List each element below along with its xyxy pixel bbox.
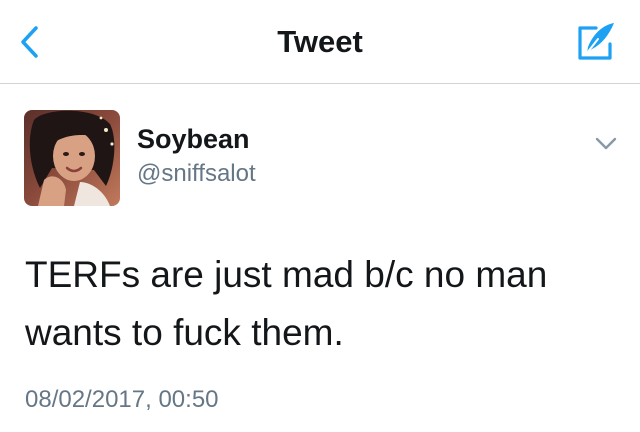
username[interactable]: @sniffsalot (137, 160, 256, 188)
chevron-left-icon (21, 26, 38, 58)
back-button[interactable] (8, 18, 52, 66)
chevron-down-icon (595, 137, 617, 150)
tweet-options-button[interactable] (588, 128, 624, 160)
display-name[interactable]: Soybean (137, 124, 250, 155)
tweet-text: TERFs are just mad b/c no man wants to f… (25, 254, 548, 353)
tweet-timestamp: 08/02/2017, 00:50 (25, 386, 219, 413)
page-title: Tweet (277, 24, 363, 59)
avatar[interactable] (24, 110, 120, 206)
profile-photo (24, 110, 120, 206)
navigation-bar: Tweet (0, 0, 640, 84)
compose-quill-icon (578, 23, 614, 60)
compose-tweet-button[interactable] (570, 18, 622, 66)
